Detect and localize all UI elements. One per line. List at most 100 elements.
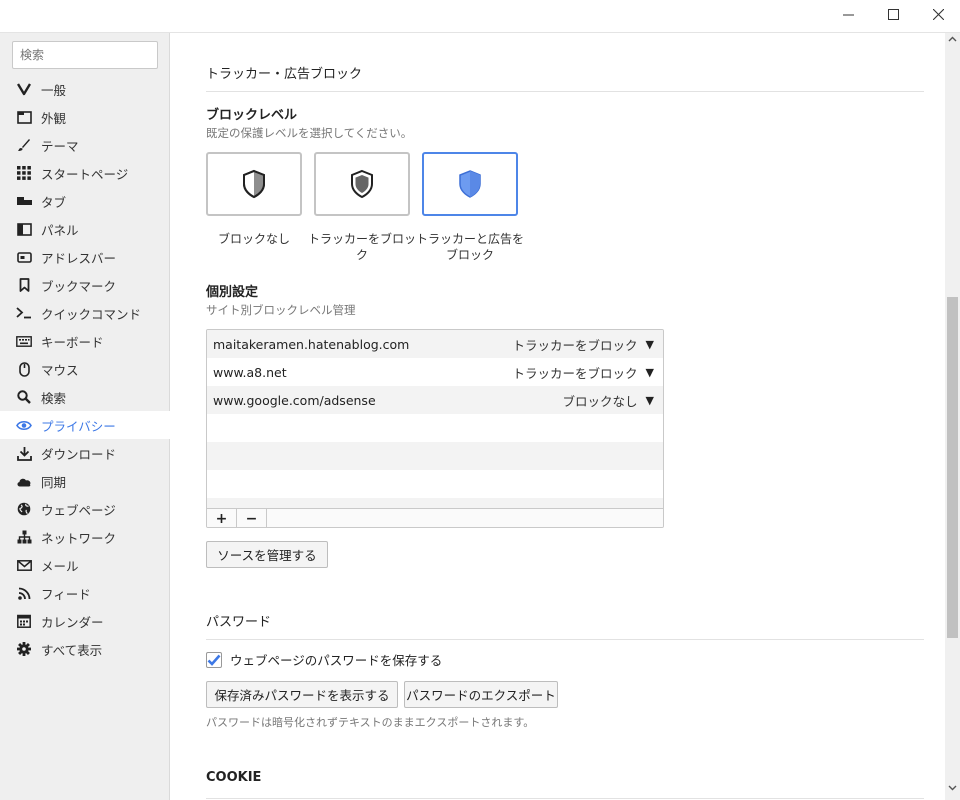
grid-icon: [16, 165, 32, 181]
sidebar-item-label: ウェブページ: [41, 502, 116, 518]
sidebar-item-appearance[interactable]: 外観: [0, 103, 170, 131]
sidebar-item-tabs[interactable]: タブ: [0, 187, 170, 215]
download-icon: [16, 445, 32, 461]
settings-nav: 一般 外観 テーマ スタートページ タブ パネル アドレスバー ブックマーク ク…: [0, 75, 171, 663]
vertical-scrollbar[interactable]: [945, 33, 960, 800]
chevron-up-icon: [948, 36, 957, 42]
network-icon: [16, 529, 32, 545]
table-row[interactable]: www.a8.net トラッカーをブロック ▼: [207, 358, 663, 386]
sidebar-item-feeds[interactable]: フィード: [0, 579, 170, 607]
sidebar-item-label: 検索: [41, 390, 67, 406]
site-level-value: トラッカーをブロック: [512, 337, 638, 353]
eye-icon: [16, 417, 32, 433]
sidebar-item-mail[interactable]: メール: [0, 551, 170, 579]
section-divider: [206, 91, 924, 92]
panel-icon: [16, 221, 32, 237]
bookmark-icon: [16, 277, 32, 293]
maximize-button[interactable]: [871, 0, 915, 28]
sidebar-item-webpages[interactable]: ウェブページ: [0, 495, 170, 523]
site-domain: maitakeramen.hatenablog.com: [213, 336, 410, 352]
show-saved-passwords-button[interactable]: 保存済みパスワードを表示する: [206, 681, 398, 708]
search-input[interactable]: [12, 41, 158, 69]
sidebar-item-panels[interactable]: パネル: [0, 215, 170, 243]
shield-half-icon: [243, 169, 265, 199]
sidebar-item-label: スタートページ: [41, 166, 129, 182]
add-site-button[interactable]: +: [207, 509, 237, 527]
sidebar-item-privacy[interactable]: プライバシー: [0, 411, 171, 439]
dropdown-arrow-icon: ▼: [645, 337, 654, 351]
maximize-icon: [887, 8, 899, 20]
password-section-title: パスワード: [206, 615, 272, 630]
sidebar-item-keyboard[interactable]: キーボード: [0, 327, 170, 355]
keyboard-icon: [16, 333, 32, 349]
sidebar-item-search[interactable]: 検索: [0, 383, 170, 411]
save-passwords-checkbox[interactable]: [206, 651, 222, 668]
scrollbar-thumb[interactable]: [947, 297, 958, 638]
settings-content: トラッカー・広告ブロック ブロックレベル 既定の保護レベルを選択してください。 …: [171, 33, 945, 800]
calendar-icon: [16, 613, 32, 629]
sidebar-item-label: テーマ: [41, 138, 79, 154]
site-domain: www.google.com/adsense: [213, 392, 376, 408]
close-icon: [932, 8, 944, 20]
sidebar-item-downloads[interactable]: ダウンロード: [0, 439, 170, 467]
tab-icon: [16, 193, 32, 209]
sidebar-item-startpage[interactable]: スタートページ: [0, 159, 170, 187]
sidebar-item-calendar[interactable]: カレンダー: [0, 607, 170, 635]
site-level-select[interactable]: トラッカーをブロック ▼: [513, 363, 654, 382]
brush-icon: [16, 137, 32, 153]
gear-icon: [16, 641, 32, 657]
table-toolbar: + −: [207, 508, 663, 527]
sidebar-item-quick-commands[interactable]: クイックコマンド: [0, 299, 170, 327]
sidebar-item-label: 一般: [41, 82, 67, 98]
checkmark-icon: [207, 654, 221, 666]
scroll-down-button[interactable]: [945, 785, 960, 797]
block-level-trackers-option[interactable]: [314, 152, 410, 216]
scroll-up-button[interactable]: [945, 36, 960, 48]
sidebar-item-show-all[interactable]: すべて表示: [0, 635, 170, 663]
title-bar: [0, 0, 960, 33]
sidebar-item-general[interactable]: 一般: [0, 75, 170, 103]
sidebar-item-addressbar[interactable]: アドレスバー: [0, 243, 170, 271]
site-domain: www.a8.net: [213, 364, 287, 380]
sidebar-item-label: フィード: [41, 586, 91, 602]
sidebar-item-label: 外観: [41, 110, 67, 126]
export-passwords-button[interactable]: パスワードのエクスポート: [404, 681, 558, 708]
empty-row: [207, 442, 663, 470]
dropdown-arrow-icon: ▼: [645, 365, 654, 379]
close-button[interactable]: [916, 0, 960, 28]
site-level-value: ブロックなし: [562, 393, 638, 409]
sidebar-item-label: メール: [41, 558, 79, 574]
block-level-none-option[interactable]: [206, 152, 302, 216]
per-site-table: maitakeramen.hatenablog.com トラッカーをブロック ▼ …: [206, 329, 664, 528]
cloud-icon: [16, 473, 32, 489]
site-level-select[interactable]: トラッカーをブロック ▼: [513, 335, 654, 354]
save-passwords-row[interactable]: ウェブページのパスワードを保存する: [206, 650, 442, 669]
site-level-value: トラッカーをブロック: [512, 365, 638, 381]
feed-icon: [16, 585, 32, 601]
sidebar-item-label: タブ: [41, 194, 67, 210]
manage-sources-button[interactable]: ソースを管理する: [206, 541, 328, 568]
site-level-select[interactable]: ブロックなし ▼: [563, 391, 654, 410]
sidebar-item-label: プライバシー: [41, 418, 116, 434]
shield-blue-icon: [459, 170, 481, 198]
sidebar-item-label: キーボード: [41, 334, 104, 350]
table-row[interactable]: maitakeramen.hatenablog.com トラッカーをブロック ▼: [207, 330, 663, 358]
mouse-icon: [16, 361, 32, 377]
sidebar-item-label: すべて表示: [41, 642, 103, 658]
minimize-button[interactable]: [826, 0, 870, 28]
sidebar-item-sync[interactable]: 同期: [0, 467, 170, 495]
block-level-trackers-ads-label: トラッカーと広告を ブロック: [415, 232, 524, 262]
table-row[interactable]: www.google.com/adsense ブロックなし ▼: [207, 386, 663, 414]
sidebar-item-bookmarks[interactable]: ブックマーク: [0, 271, 170, 299]
sidebar-item-theme[interactable]: テーマ: [0, 131, 170, 159]
block-level-trackers-label: トラッカーをブロック: [307, 232, 416, 262]
shield-dark-icon: [351, 169, 373, 199]
minimize-icon: [842, 14, 854, 15]
sidebar-item-mouse[interactable]: マウス: [0, 355, 170, 383]
tracker-section-title: トラッカー・広告ブロック: [206, 67, 363, 82]
block-level-description: 既定の保護レベルを選択してください。: [206, 126, 413, 140]
dropdown-arrow-icon: ▼: [645, 393, 654, 407]
block-level-trackers-ads-option[interactable]: [422, 152, 518, 216]
remove-site-button[interactable]: −: [237, 509, 267, 527]
sidebar-item-network[interactable]: ネットワーク: [0, 523, 170, 551]
